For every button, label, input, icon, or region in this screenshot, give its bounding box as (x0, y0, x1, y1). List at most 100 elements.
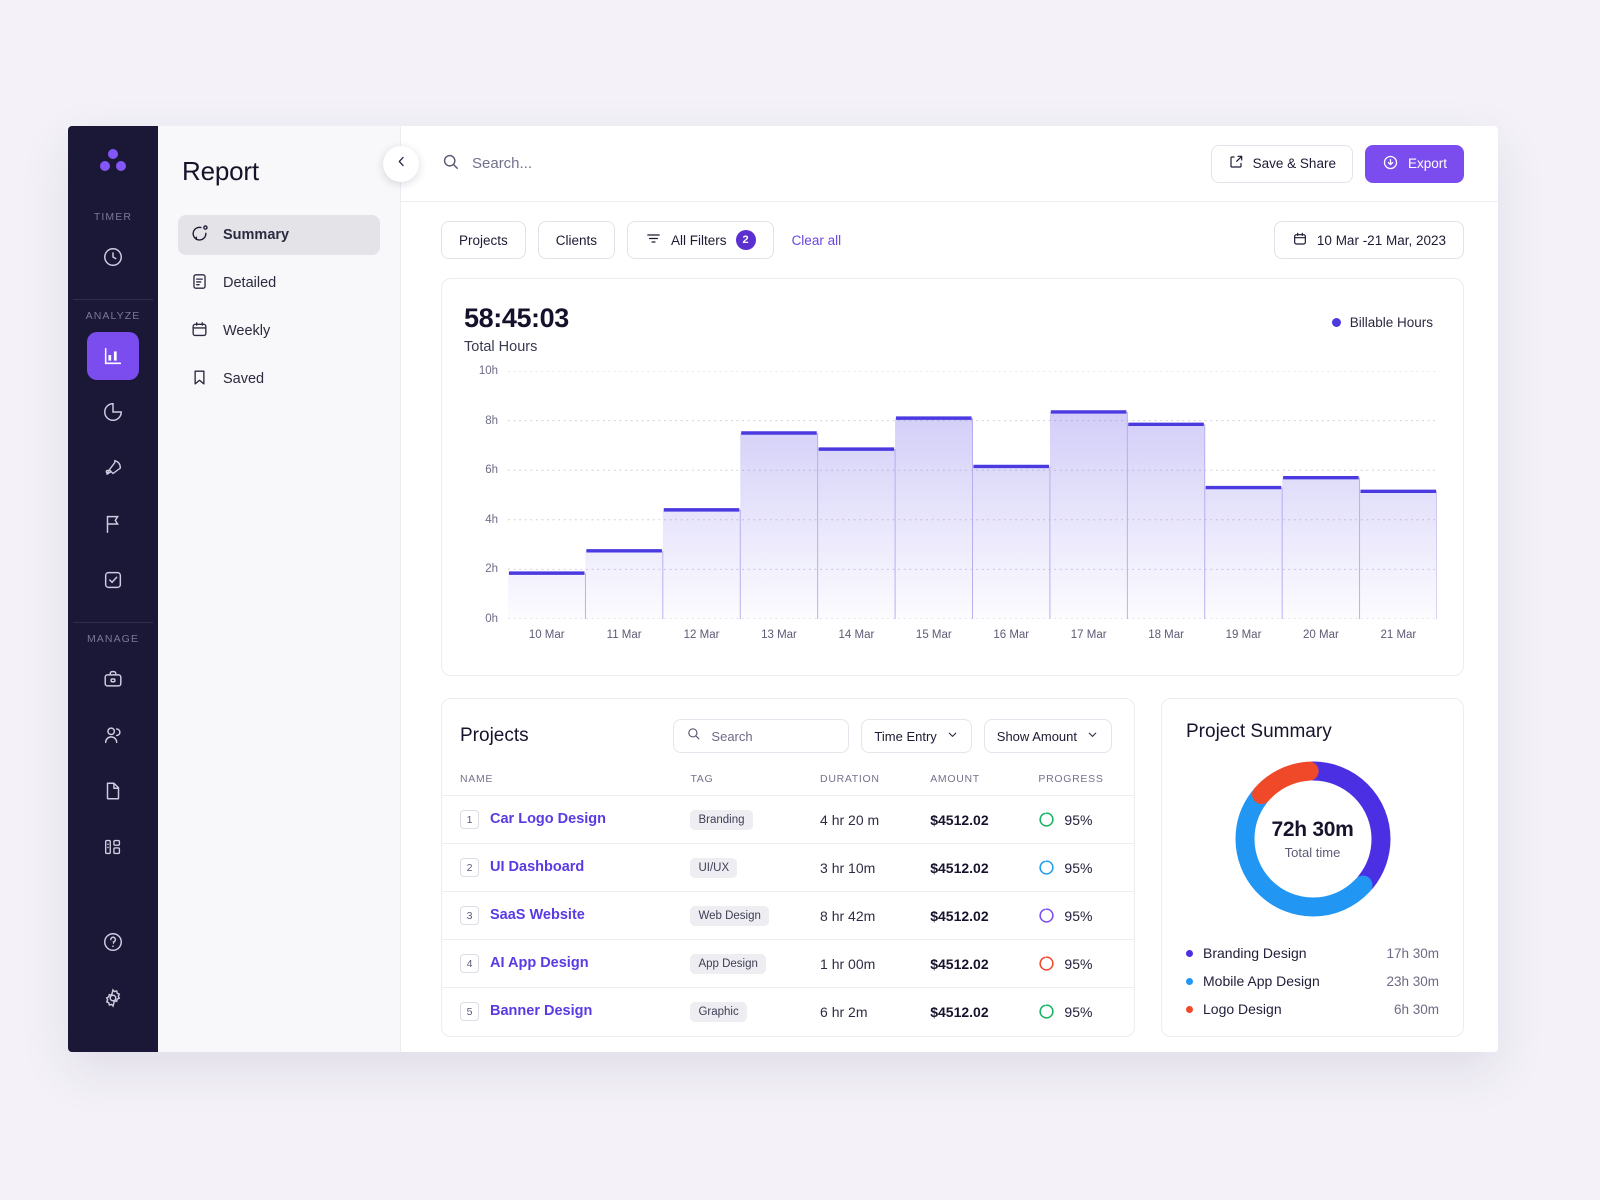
rocket-icon[interactable] (87, 444, 139, 492)
icon-rail: TIMER ANALYZE MANAGE (68, 126, 158, 1052)
users-icon[interactable] (87, 711, 139, 759)
clock-icon[interactable] (87, 233, 139, 281)
y-tick-label: 2h (485, 563, 498, 576)
total-hours-label: Total Hours (464, 339, 538, 355)
chat-badge-icon (190, 224, 209, 247)
download-cloud-icon (1382, 154, 1399, 174)
x-tick-label: 16 Mar (993, 629, 1030, 641)
project-amount: $4512.02 (930, 1003, 989, 1020)
show-amount-label: Show Amount (996, 728, 1077, 744)
save-share-button[interactable]: Save & Share (1210, 144, 1353, 183)
search-icon (686, 726, 701, 746)
filter-projects-button[interactable]: Projects (441, 221, 526, 259)
projects-table-head: NAME TAG DURATION AMOUNT PROGRESS (442, 767, 1134, 796)
chart-plot-area (508, 370, 1438, 620)
project-duration: 8 hr 42m (820, 907, 876, 924)
save-share-label: Save & Share (1252, 156, 1336, 171)
project-name-link[interactable]: SaaS Website (490, 907, 585, 923)
projects-title: Projects (460, 725, 529, 746)
check-square-icon[interactable] (87, 556, 139, 604)
summary-legend-row: Logo Design 6h 30m (1186, 995, 1439, 1023)
table-row[interactable]: 2 UI Dashboard UI/UX 3 hr 10m $4512.02 95% (442, 843, 1134, 892)
calendar-icon (190, 320, 209, 343)
table-row[interactable]: 3 SaaS Website Web Design 8 hr 42m $4512.02 9… (442, 891, 1134, 940)
x-tick-label: 14 Mar (838, 629, 875, 641)
x-tick-label: 19 Mar (1225, 629, 1262, 641)
summary-legend-row: Branding Design 17h 30m (1186, 939, 1439, 967)
y-tick-label: 4h (485, 513, 498, 526)
table-row[interactable]: 4 AI App Design App Design 1 hr 00m $4512.02… (442, 939, 1134, 988)
col-amount: AMOUNT (930, 767, 1039, 796)
legend-name: Branding Design (1203, 945, 1307, 961)
project-summary-card: Project Summary 72h 30m Total time Brand… (1161, 698, 1464, 1037)
progress-ring-icon (1039, 908, 1055, 923)
col-duration: DURATION (820, 767, 931, 796)
show-amount-select[interactable]: Show Amount (983, 719, 1112, 753)
sidebar-item-saved[interactable]: Saved (178, 359, 380, 399)
donut-center-text: 72h 30m Total time (1272, 818, 1354, 860)
projects-search[interactable] (673, 719, 850, 753)
sidebar-item-label: Detailed (223, 275, 277, 291)
search-icon (441, 152, 460, 176)
progress-ring-icon (1039, 812, 1055, 827)
legend-color-dot (1186, 1005, 1193, 1013)
project-duration: 1 hr 00m (820, 955, 876, 972)
progress-ring-icon (1039, 1004, 1055, 1019)
x-tick-label: 13 Mar (761, 629, 797, 641)
project-progress: 95% (1064, 811, 1093, 828)
legend-color-dot (1331, 318, 1341, 327)
project-progress: 95% (1064, 1003, 1093, 1020)
project-name-link[interactable]: AI App Design (490, 955, 589, 971)
rail-group-label-timer: TIMER (93, 211, 133, 223)
project-progress: 95% (1064, 859, 1093, 876)
x-tick-label: 15 Mar (915, 629, 952, 641)
app-logo (98, 148, 128, 179)
x-tick-label: 11 Mar (606, 629, 642, 641)
bar-chart-icon[interactable] (87, 332, 139, 380)
help-circle-icon[interactable] (87, 918, 139, 966)
legend-value: 23h 30m (1386, 973, 1439, 989)
col-tag: TAG (690, 767, 821, 796)
bottom-row: Projects Time Entry (441, 698, 1464, 1037)
pie-chart-icon[interactable] (87, 388, 139, 436)
briefcase-icon[interactable] (87, 655, 139, 703)
collapse-sidebar-button[interactable] (383, 146, 419, 182)
chevron-down-icon (946, 728, 959, 744)
rail-group-label-analyze: ANALYZE (85, 310, 141, 322)
table-row[interactable]: 1 Car Logo Design Branding 4 hr 20 m $4512.0… (442, 795, 1134, 844)
file-icon[interactable] (87, 767, 139, 815)
y-tick-label: 0h (485, 613, 498, 625)
kanban-icon[interactable] (87, 823, 139, 871)
settings-gear-icon[interactable] (87, 974, 139, 1022)
filter-bar: Projects Clients All Filters 2 Clear all (401, 202, 1498, 278)
sidebar-item-detailed[interactable]: Detailed (178, 263, 380, 303)
projects-search-input[interactable] (711, 728, 837, 744)
search-input[interactable] (472, 155, 792, 172)
time-entry-select[interactable]: Time Entry (861, 719, 972, 753)
legend-value: 6h 30m (1393, 1001, 1439, 1017)
flag-icon[interactable] (87, 500, 139, 548)
all-filters-button[interactable]: All Filters 2 (627, 221, 774, 259)
x-tick-label: 17 Mar (1070, 629, 1107, 641)
project-duration: 4 hr 20 m (820, 811, 880, 828)
table-row[interactable]: 5 Banner Design Graphic 6 hr 2m $4512.02 95% (442, 988, 1134, 1036)
chevron-down-icon (1086, 728, 1099, 744)
global-search[interactable] (441, 152, 1211, 176)
rail-divider-2 (73, 622, 153, 623)
projects-table: NAME TAG DURATION AMOUNT PROGRESS 1 Car L… (442, 767, 1134, 1036)
export-button[interactable]: Export (1364, 144, 1464, 183)
projects-header: Projects Time Entry (442, 699, 1134, 767)
sidebar-item-label: Saved (223, 371, 265, 387)
clear-all-link[interactable]: Clear all (792, 233, 842, 248)
x-tick-label: 12 Mar (683, 629, 720, 641)
main-area: Save & Share Export Projects Clients (383, 126, 1498, 1052)
row-number: 2 (460, 858, 479, 877)
date-range-picker[interactable]: 10 Mar -21 Mar, 2023 (1273, 221, 1464, 259)
sidebar-item-summary[interactable]: Summary (178, 215, 380, 255)
project-name-link[interactable]: Banner Design (490, 1003, 592, 1019)
filter-clients-button[interactable]: Clients (537, 221, 616, 259)
sidebar-item-weekly[interactable]: Weekly (178, 311, 380, 351)
project-name-link[interactable]: Car Logo Design (490, 811, 606, 827)
project-name-link[interactable]: UI Dashboard (490, 859, 584, 875)
filter-projects-label: Projects (459, 232, 508, 248)
